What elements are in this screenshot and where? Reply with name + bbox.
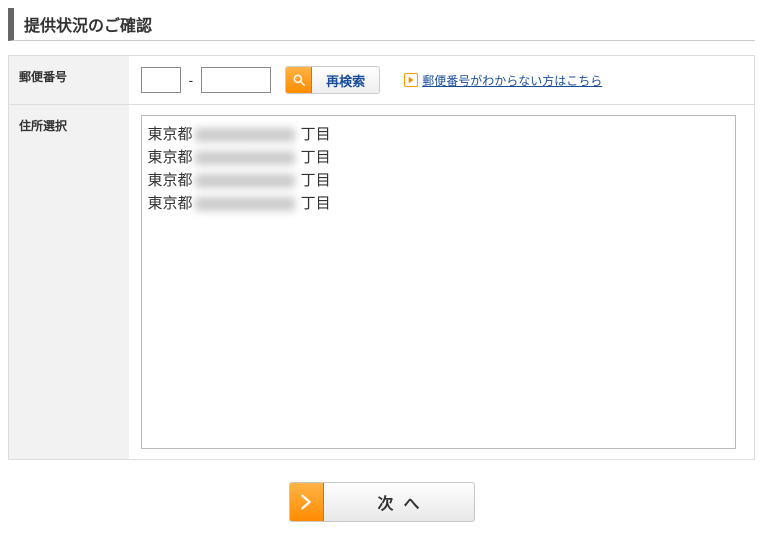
zip-row: - 再検索 郵便番号がわからない方はこちら: [141, 66, 743, 94]
list-item[interactable]: 東京都■■■■■■ 丁目: [144, 168, 733, 191]
arrow-right-icon: [404, 73, 418, 87]
zip-separator: -: [189, 72, 194, 88]
next-button[interactable]: 次へ: [289, 482, 475, 522]
address-listbox[interactable]: 東京都■■■■■■ 丁目東京都■■■■■■ 丁目東京都■■■■■■ 丁目東京都■…: [141, 115, 736, 449]
address-prefix: 東京都: [148, 126, 193, 143]
address-suffix: 丁目: [297, 149, 331, 166]
form-table: 郵便番号 - 再検索 郵便番号がわからない方はこちら: [8, 55, 755, 460]
help-link-wrap: 郵便番号がわからない方はこちら: [404, 72, 602, 89]
help-link[interactable]: 郵便番号がわからない方はこちら: [422, 72, 602, 89]
search-icon: [286, 67, 312, 93]
address-masked: ■■■■■■: [195, 128, 295, 142]
address-suffix: 丁目: [297, 126, 331, 143]
zip2-input[interactable]: [201, 67, 271, 93]
postal-value-cell: - 再検索 郵便番号がわからない方はこちら: [129, 56, 755, 105]
postal-label: 郵便番号: [9, 56, 129, 105]
next-button-label: 次へ: [324, 490, 474, 514]
address-prefix: 東京都: [148, 172, 193, 189]
list-item[interactable]: 東京都■■■■■■ 丁目: [144, 191, 733, 214]
postal-row: 郵便番号 - 再検索 郵便番号がわからない方はこちら: [9, 56, 755, 105]
address-masked: ■■■■■■: [195, 151, 295, 165]
address-suffix: 丁目: [297, 172, 331, 189]
address-suffix: 丁目: [297, 195, 331, 212]
address-masked: ■■■■■■: [195, 197, 295, 211]
list-item[interactable]: 東京都■■■■■■ 丁目: [144, 122, 733, 145]
address-prefix: 東京都: [148, 149, 193, 166]
re-search-button[interactable]: 再検索: [285, 66, 380, 94]
address-masked: ■■■■■■: [195, 174, 295, 188]
next-area: 次へ: [8, 482, 755, 522]
address-value-cell: 東京都■■■■■■ 丁目東京都■■■■■■ 丁目東京都■■■■■■ 丁目東京都■…: [129, 105, 755, 460]
list-item[interactable]: 東京都■■■■■■ 丁目: [144, 145, 733, 168]
address-label: 住所選択: [9, 105, 129, 460]
search-button-label: 再検索: [312, 71, 379, 90]
zip1-input[interactable]: [141, 67, 181, 93]
page-title: 提供状況のご確認: [8, 8, 755, 41]
address-row: 住所選択 東京都■■■■■■ 丁目東京都■■■■■■ 丁目東京都■■■■■■ 丁…: [9, 105, 755, 460]
address-prefix: 東京都: [148, 195, 193, 212]
arrow-right-icon: [290, 483, 324, 521]
